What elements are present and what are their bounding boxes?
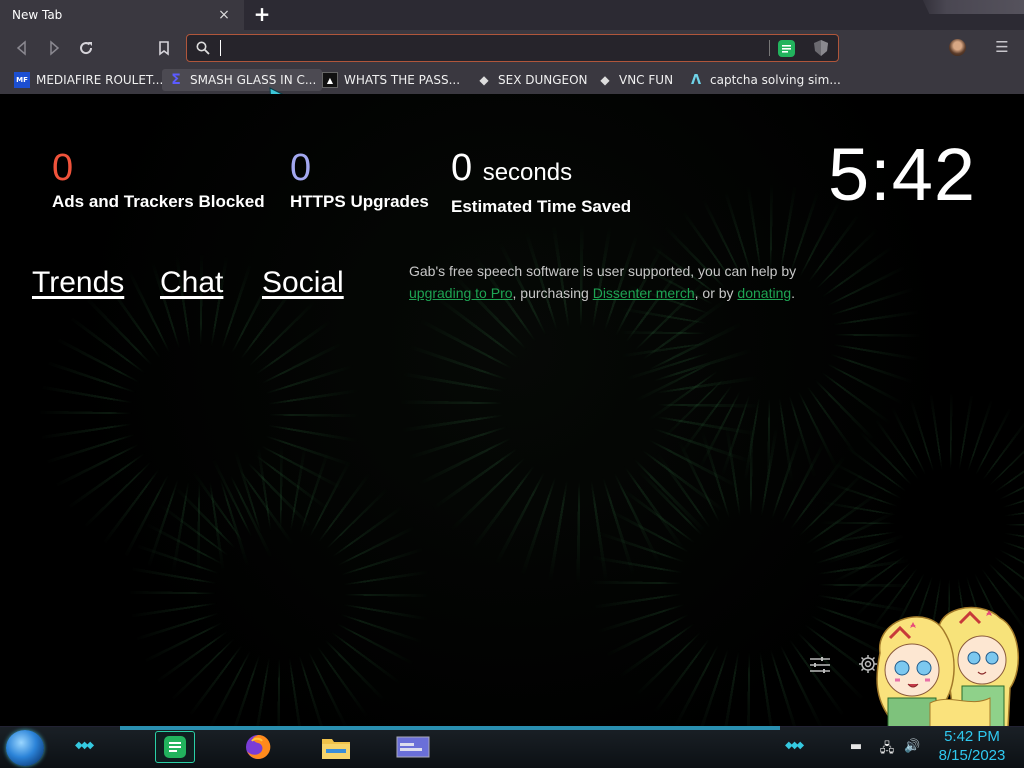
address-bar[interactable] (186, 34, 839, 62)
bookmark-label: VNC FUN (619, 73, 674, 87)
reload-icon (80, 42, 93, 55)
back-icon (16, 40, 26, 56)
taskbar-app-firefox[interactable] (238, 731, 278, 763)
bookmark-icon (159, 41, 169, 56)
time-saved-label: Estimated Time Saved (451, 197, 632, 216)
tab-close-button[interactable]: × (216, 7, 232, 23)
ads-blocked-count: 0 (52, 147, 74, 189)
address-input[interactable] (219, 38, 749, 58)
taskbar-decor-chevrons: ◆◆◆ (785, 740, 804, 751)
bookmark-item[interactable]: ◆ VNC FUN (591, 69, 679, 91)
https-upgrades-stat: 0 HTTPS Upgrades (290, 148, 429, 212)
bookmark-label: captcha solving sim... (710, 73, 841, 87)
bookmark-item[interactable]: Σ SMASH GLASS IN C... (162, 69, 323, 91)
bookmark-item[interactable]: MF MEDIAFIRE ROULET... (8, 69, 169, 91)
tab-strip: New Tab × + (0, 0, 1024, 30)
gab-text-part: . (791, 285, 796, 301)
search-icon (196, 41, 210, 55)
trends-link[interactable]: Trends (32, 266, 124, 300)
background-burst (130, 444, 430, 726)
cube-icon: ◆ (479, 73, 489, 87)
system-clock[interactable]: 5:42 PM 8/15/2023 (930, 727, 1014, 765)
back-button[interactable] (12, 38, 32, 58)
taskbar-app-file-explorer[interactable] (316, 731, 356, 763)
bookmark-item[interactable]: ◆ SEX DUNGEON (470, 69, 594, 91)
show-hidden-icons[interactable]: ▬ (848, 739, 864, 755)
clock: 5:42 (828, 133, 977, 216)
gab-support-message: Gab's free speech software is user suppo… (409, 260, 809, 304)
forward-button[interactable] (44, 38, 64, 58)
system-date: 8/15/2023 (938, 747, 1006, 764)
lambda-icon: Λ (690, 72, 702, 88)
chat-link[interactable]: Chat (160, 266, 223, 300)
shield-icon[interactable] (813, 39, 829, 57)
volume-icon[interactable]: 🔊 (904, 739, 920, 755)
taskbar-decor-chevrons: ◆◆◆ (75, 740, 94, 751)
window-app-icon (396, 736, 430, 758)
firefox-icon (246, 734, 271, 759)
sigma-icon: Σ (171, 72, 181, 88)
time-saved-count: 0 (451, 147, 473, 189)
titlebar-decoration (922, 0, 1024, 14)
bookmarks-bar: MF MEDIAFIRE ROULET... Σ SMASH GLASS IN … (0, 66, 1024, 94)
sliders-icon[interactable] (808, 654, 832, 676)
time-saved-stat: 0 seconds Estimated Time Saved (451, 148, 631, 217)
browser-window: New Tab × + ☰ MF MEDIAFIRE ROULET... Σ S… (0, 0, 1024, 768)
new-tab-button[interactable]: + (251, 4, 273, 26)
ads-blocked-label: Ads and Trackers Blocked (52, 192, 265, 211)
text-cursor (220, 40, 221, 56)
gab-text-part: , purchasing (512, 285, 593, 301)
cube-icon: ◆ (600, 73, 610, 87)
bookmark-label: SEX DUNGEON (498, 73, 588, 87)
bookmark-item[interactable]: Λ captcha solving sim... (682, 69, 847, 91)
reload-button[interactable] (76, 38, 96, 58)
network-icon[interactable]: 🖧 (879, 739, 895, 756)
bookmark-button[interactable] (154, 38, 174, 58)
donating-link[interactable]: donating (737, 285, 791, 301)
bookmark-item[interactable]: ▲ WHATS THE PASS... (316, 69, 466, 91)
folder-icon (322, 739, 350, 759)
tab-title: New Tab (12, 8, 63, 22)
time-saved-value: 0 seconds (451, 148, 631, 193)
gab-text-part: Gab's free speech software is user suppo… (409, 263, 797, 279)
https-upgrades-label: HTTPS Upgrades (290, 192, 429, 211)
gab-text-part: , or by (694, 285, 738, 301)
taskbar-app-chat[interactable] (155, 731, 195, 763)
cartoon-character-sticker (876, 606, 1020, 728)
profile-avatar[interactable] (949, 39, 966, 56)
lock-site-icon: ▲ (322, 72, 338, 88)
upgrade-pro-link[interactable]: upgrading to Pro (409, 285, 513, 301)
social-link[interactable]: Social (262, 266, 344, 300)
time-saved-unit: seconds (482, 159, 573, 186)
system-time: 5:42 PM (944, 728, 1000, 745)
bookmark-label: SMASH GLASS IN C... (190, 73, 317, 87)
bookmark-label: WHATS THE PASS... (344, 73, 461, 87)
tab-new-tab[interactable]: New Tab × (0, 0, 244, 30)
taskbar (0, 726, 1024, 768)
start-button[interactable] (6, 730, 44, 766)
forward-icon (50, 40, 60, 56)
taskbar-app-window[interactable] (393, 731, 433, 763)
mediafire-icon: MF (14, 72, 30, 88)
address-divider (769, 40, 770, 56)
menu-icon[interactable]: ☰ (994, 38, 1010, 56)
extension-chat-icon[interactable] (778, 40, 795, 57)
chat-app-icon (164, 736, 186, 758)
taskbar-accent (120, 726, 780, 730)
ads-blocked-stat: 0 Ads and Trackers Blocked (52, 148, 265, 212)
bookmark-label: MEDIAFIRE ROULET... (36, 73, 164, 87)
dissenter-merch-link[interactable]: Dissenter merch (593, 285, 695, 301)
https-upgrades-count: 0 (290, 147, 312, 189)
